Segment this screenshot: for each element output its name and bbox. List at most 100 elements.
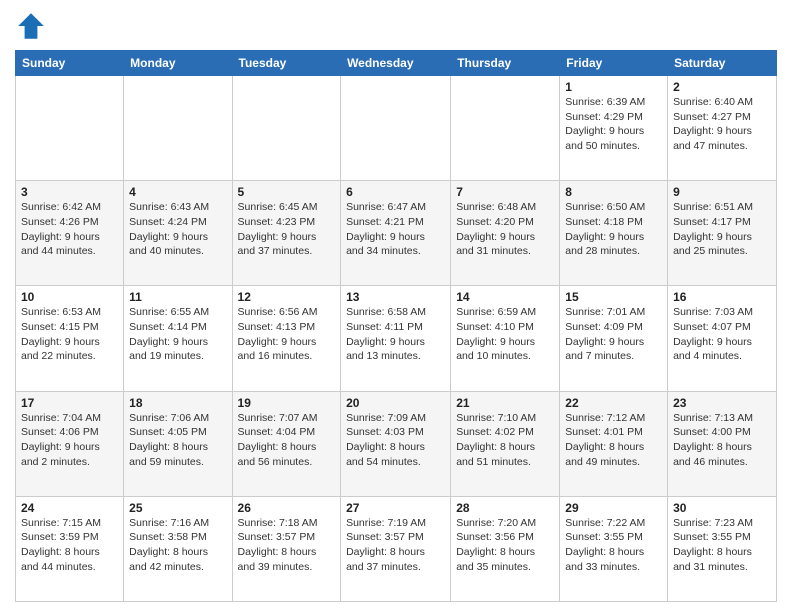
day-info: Sunrise: 7:13 AMSunset: 4:00 PMDaylight:… bbox=[673, 411, 771, 470]
day-info: Sunrise: 7:20 AMSunset: 3:56 PMDaylight:… bbox=[456, 516, 554, 575]
day-info: Sunrise: 6:58 AMSunset: 4:11 PMDaylight:… bbox=[346, 305, 445, 364]
day-number: 6 bbox=[346, 185, 445, 199]
calendar-cell: 23Sunrise: 7:13 AMSunset: 4:00 PMDayligh… bbox=[668, 391, 777, 496]
calendar-cell: 8Sunrise: 6:50 AMSunset: 4:18 PMDaylight… bbox=[560, 181, 668, 286]
day-info: Sunrise: 7:18 AMSunset: 3:57 PMDaylight:… bbox=[238, 516, 336, 575]
week-row-5: 24Sunrise: 7:15 AMSunset: 3:59 PMDayligh… bbox=[16, 496, 777, 601]
calendar-cell: 5Sunrise: 6:45 AMSunset: 4:23 PMDaylight… bbox=[232, 181, 341, 286]
week-row-4: 17Sunrise: 7:04 AMSunset: 4:06 PMDayligh… bbox=[16, 391, 777, 496]
day-number: 12 bbox=[238, 290, 336, 304]
day-info: Sunrise: 6:43 AMSunset: 4:24 PMDaylight:… bbox=[129, 200, 226, 259]
calendar-cell: 24Sunrise: 7:15 AMSunset: 3:59 PMDayligh… bbox=[16, 496, 124, 601]
day-number: 27 bbox=[346, 501, 445, 515]
day-number: 23 bbox=[673, 396, 771, 410]
day-info: Sunrise: 7:19 AMSunset: 3:57 PMDaylight:… bbox=[346, 516, 445, 575]
calendar-cell: 13Sunrise: 6:58 AMSunset: 4:11 PMDayligh… bbox=[341, 286, 451, 391]
calendar-cell: 3Sunrise: 6:42 AMSunset: 4:26 PMDaylight… bbox=[16, 181, 124, 286]
day-info: Sunrise: 7:22 AMSunset: 3:55 PMDaylight:… bbox=[565, 516, 662, 575]
day-info: Sunrise: 6:45 AMSunset: 4:23 PMDaylight:… bbox=[238, 200, 336, 259]
calendar-header: SundayMondayTuesdayWednesdayThursdayFrid… bbox=[16, 51, 777, 76]
day-info: Sunrise: 7:01 AMSunset: 4:09 PMDaylight:… bbox=[565, 305, 662, 364]
day-number: 7 bbox=[456, 185, 554, 199]
day-info: Sunrise: 7:15 AMSunset: 3:59 PMDaylight:… bbox=[21, 516, 118, 575]
header-row: SundayMondayTuesdayWednesdayThursdayFrid… bbox=[16, 51, 777, 76]
calendar-cell: 7Sunrise: 6:48 AMSunset: 4:20 PMDaylight… bbox=[451, 181, 560, 286]
calendar-cell bbox=[451, 76, 560, 181]
day-header-sunday: Sunday bbox=[16, 51, 124, 76]
calendar-cell bbox=[341, 76, 451, 181]
day-number: 22 bbox=[565, 396, 662, 410]
calendar-cell: 30Sunrise: 7:23 AMSunset: 3:55 PMDayligh… bbox=[668, 496, 777, 601]
day-number: 24 bbox=[21, 501, 118, 515]
day-header-friday: Friday bbox=[560, 51, 668, 76]
calendar-cell: 26Sunrise: 7:18 AMSunset: 3:57 PMDayligh… bbox=[232, 496, 341, 601]
day-header-tuesday: Tuesday bbox=[232, 51, 341, 76]
calendar-cell bbox=[232, 76, 341, 181]
day-number: 29 bbox=[565, 501, 662, 515]
day-info: Sunrise: 6:56 AMSunset: 4:13 PMDaylight:… bbox=[238, 305, 336, 364]
day-number: 15 bbox=[565, 290, 662, 304]
calendar-cell: 27Sunrise: 7:19 AMSunset: 3:57 PMDayligh… bbox=[341, 496, 451, 601]
day-info: Sunrise: 7:16 AMSunset: 3:58 PMDaylight:… bbox=[129, 516, 226, 575]
day-number: 1 bbox=[565, 80, 662, 94]
day-number: 10 bbox=[21, 290, 118, 304]
day-number: 19 bbox=[238, 396, 336, 410]
day-info: Sunrise: 6:39 AMSunset: 4:29 PMDaylight:… bbox=[565, 95, 662, 154]
logo bbox=[15, 10, 51, 42]
day-number: 20 bbox=[346, 396, 445, 410]
calendar-cell: 14Sunrise: 6:59 AMSunset: 4:10 PMDayligh… bbox=[451, 286, 560, 391]
calendar-cell bbox=[124, 76, 232, 181]
calendar-cell: 6Sunrise: 6:47 AMSunset: 4:21 PMDaylight… bbox=[341, 181, 451, 286]
day-number: 9 bbox=[673, 185, 771, 199]
day-number: 25 bbox=[129, 501, 226, 515]
day-info: Sunrise: 7:07 AMSunset: 4:04 PMDaylight:… bbox=[238, 411, 336, 470]
day-number: 4 bbox=[129, 185, 226, 199]
day-header-thursday: Thursday bbox=[451, 51, 560, 76]
calendar-cell: 16Sunrise: 7:03 AMSunset: 4:07 PMDayligh… bbox=[668, 286, 777, 391]
day-number: 3 bbox=[21, 185, 118, 199]
day-info: Sunrise: 6:48 AMSunset: 4:20 PMDaylight:… bbox=[456, 200, 554, 259]
day-number: 13 bbox=[346, 290, 445, 304]
day-number: 14 bbox=[456, 290, 554, 304]
day-info: Sunrise: 6:55 AMSunset: 4:14 PMDaylight:… bbox=[129, 305, 226, 364]
calendar-table: SundayMondayTuesdayWednesdayThursdayFrid… bbox=[15, 50, 777, 602]
day-info: Sunrise: 7:06 AMSunset: 4:05 PMDaylight:… bbox=[129, 411, 226, 470]
calendar-cell: 10Sunrise: 6:53 AMSunset: 4:15 PMDayligh… bbox=[16, 286, 124, 391]
day-info: Sunrise: 7:04 AMSunset: 4:06 PMDaylight:… bbox=[21, 411, 118, 470]
calendar-cell: 25Sunrise: 7:16 AMSunset: 3:58 PMDayligh… bbox=[124, 496, 232, 601]
day-info: Sunrise: 6:42 AMSunset: 4:26 PMDaylight:… bbox=[21, 200, 118, 259]
day-number: 18 bbox=[129, 396, 226, 410]
day-info: Sunrise: 6:47 AMSunset: 4:21 PMDaylight:… bbox=[346, 200, 445, 259]
day-number: 8 bbox=[565, 185, 662, 199]
day-info: Sunrise: 7:12 AMSunset: 4:01 PMDaylight:… bbox=[565, 411, 662, 470]
calendar-cell: 19Sunrise: 7:07 AMSunset: 4:04 PMDayligh… bbox=[232, 391, 341, 496]
page: SundayMondayTuesdayWednesdayThursdayFrid… bbox=[0, 0, 792, 612]
calendar-cell: 22Sunrise: 7:12 AMSunset: 4:01 PMDayligh… bbox=[560, 391, 668, 496]
logo-icon bbox=[15, 10, 47, 42]
day-number: 5 bbox=[238, 185, 336, 199]
calendar-cell: 4Sunrise: 6:43 AMSunset: 4:24 PMDaylight… bbox=[124, 181, 232, 286]
calendar-cell: 1Sunrise: 6:39 AMSunset: 4:29 PMDaylight… bbox=[560, 76, 668, 181]
calendar-cell: 12Sunrise: 6:56 AMSunset: 4:13 PMDayligh… bbox=[232, 286, 341, 391]
day-info: Sunrise: 7:09 AMSunset: 4:03 PMDaylight:… bbox=[346, 411, 445, 470]
calendar-cell: 17Sunrise: 7:04 AMSunset: 4:06 PMDayligh… bbox=[16, 391, 124, 496]
week-row-3: 10Sunrise: 6:53 AMSunset: 4:15 PMDayligh… bbox=[16, 286, 777, 391]
day-info: Sunrise: 6:40 AMSunset: 4:27 PMDaylight:… bbox=[673, 95, 771, 154]
header bbox=[15, 10, 777, 42]
calendar-cell: 29Sunrise: 7:22 AMSunset: 3:55 PMDayligh… bbox=[560, 496, 668, 601]
day-header-saturday: Saturday bbox=[668, 51, 777, 76]
week-row-2: 3Sunrise: 6:42 AMSunset: 4:26 PMDaylight… bbox=[16, 181, 777, 286]
day-number: 2 bbox=[673, 80, 771, 94]
day-number: 21 bbox=[456, 396, 554, 410]
day-number: 16 bbox=[673, 290, 771, 304]
day-info: Sunrise: 6:50 AMSunset: 4:18 PMDaylight:… bbox=[565, 200, 662, 259]
calendar-cell: 2Sunrise: 6:40 AMSunset: 4:27 PMDaylight… bbox=[668, 76, 777, 181]
day-header-monday: Monday bbox=[124, 51, 232, 76]
day-info: Sunrise: 7:23 AMSunset: 3:55 PMDaylight:… bbox=[673, 516, 771, 575]
calendar-cell: 15Sunrise: 7:01 AMSunset: 4:09 PMDayligh… bbox=[560, 286, 668, 391]
day-number: 30 bbox=[673, 501, 771, 515]
day-number: 11 bbox=[129, 290, 226, 304]
calendar-cell: 20Sunrise: 7:09 AMSunset: 4:03 PMDayligh… bbox=[341, 391, 451, 496]
calendar-cell: 21Sunrise: 7:10 AMSunset: 4:02 PMDayligh… bbox=[451, 391, 560, 496]
day-info: Sunrise: 6:53 AMSunset: 4:15 PMDaylight:… bbox=[21, 305, 118, 364]
